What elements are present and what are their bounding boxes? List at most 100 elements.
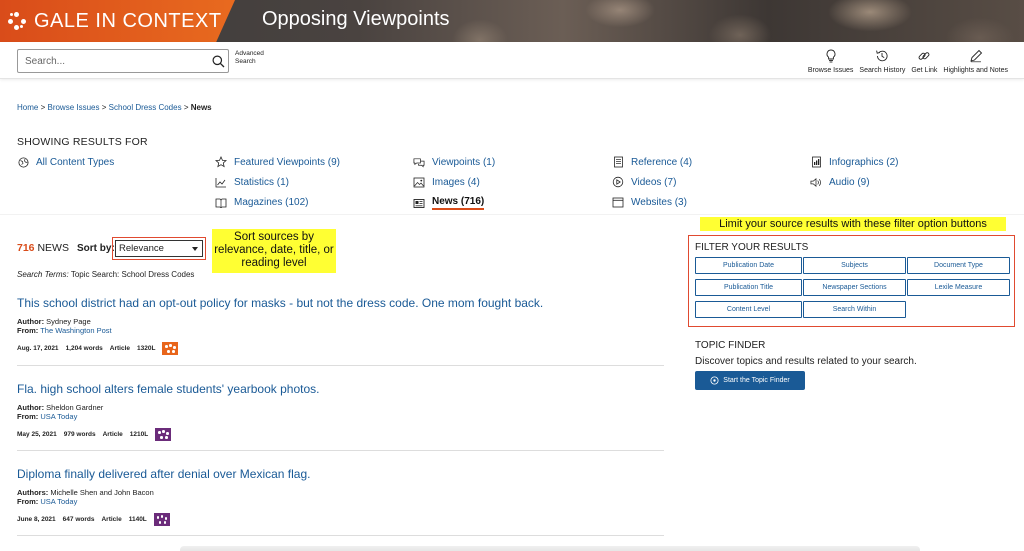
header-banner: GALE IN CONTEXT Opposing Viewpoints [0,0,1024,42]
play-icon [612,176,624,188]
chevron-down-icon [192,246,198,251]
source-link[interactable]: USA Today [40,497,77,506]
speaker-icon [810,176,822,188]
breadcrumb-current: News [190,103,212,112]
filter-newspaper-sections-button[interactable]: Newspaper Sections [803,279,906,296]
search-input[interactable] [18,50,208,72]
topic-finder-heading: TOPIC FINDER [695,340,766,351]
article-author: Author: Sheldon Gardner [17,403,319,412]
filter-publication-title-button[interactable]: Publication Title [695,279,802,296]
source-link[interactable]: The Washington Post [40,326,111,335]
content-type-magazines[interactable]: Magazines (102) [215,196,308,208]
filter-subjects-button[interactable]: Subjects [803,257,906,274]
content-level-icon [153,513,170,526]
filter-search-within-button[interactable]: Search Within [803,301,906,318]
content-type-audio[interactable]: Audio (9) [810,176,870,188]
article-details: Aug. 17, 2021 1,204 words Article 1320L [17,342,543,355]
breadcrumb-browse-issues[interactable]: Browse Issues [47,103,99,112]
content-type-all[interactable]: All Content Types [17,156,114,168]
author-name: Sydney Page [44,317,91,326]
speech-bubbles-icon [413,156,425,168]
article-date: Aug. 17, 2021 [17,345,59,352]
history-icon [876,50,888,62]
product-title[interactable]: Opposing Viewpoints [262,8,450,31]
author-name: Michelle Shen and John Bacon [48,488,154,497]
breadcrumb: Home > Browse Issues > School Dress Code… [17,103,212,112]
content-type-label: Videos (7) [631,176,677,188]
article-source: From: USA Today [17,412,319,421]
document-icon [612,156,624,168]
list-item: Fla. high school alters female students'… [17,382,319,441]
article-title-link[interactable]: Diploma finally delivered after denial o… [17,467,310,481]
content-type-viewpoints[interactable]: Viewpoints (1) [413,156,495,168]
brand-name: GALE IN CONTEXT [34,9,222,32]
browse-issues-button[interactable]: Browse Issues [807,44,854,78]
author-label: Author: [17,403,45,412]
sort-select[interactable]: Relevance [115,240,203,257]
chart-icon [215,176,227,188]
pen-icon [970,49,982,63]
content-type-label: Statistics (1) [234,176,290,188]
article-title-link[interactable]: Fla. high school alters female students'… [17,382,319,396]
article-type: Article [102,431,123,438]
content-type-websites[interactable]: Websites (3) [612,196,687,208]
article-words: 1,204 words [65,345,103,352]
content-type-label: Audio (9) [829,176,870,188]
filter-callout: Limit your source results with these fil… [700,217,1006,231]
sort-highlight-box: Relevance [112,237,206,260]
content-type-videos[interactable]: Videos (7) [612,176,676,188]
filter-lexile-measure-button[interactable]: Lexile Measure [907,279,1010,296]
highlights-notes-button[interactable]: Highlights and Notes [943,44,1008,78]
content-type-statistics[interactable]: Statistics (1) [215,176,289,188]
author-label: Authors: [17,488,49,497]
content-type-infographics[interactable]: Infographics (2) [810,156,898,168]
start-topic-finder-button[interactable]: Start the Topic Finder [695,371,805,390]
content-type-featured-viewpoints[interactable]: Featured Viewpoints (9) [215,156,340,168]
article-lexile: 1140L [128,516,147,523]
content-type-label: Featured Viewpoints (9) [234,156,340,168]
filter-results-heading: FILTER YOUR RESULTS [695,242,809,253]
search-toolbar: Advanced Search Browse Issues Search His… [0,42,1024,79]
browse-issues-label: Browse Issues [807,67,854,74]
filter-document-type-button[interactable]: Document Type [907,257,1010,274]
content-type-images[interactable]: Images (4) [413,176,480,188]
book-icon [215,196,227,208]
article-words: 979 words [63,431,96,438]
search-terms-label: Search Terms: [17,270,69,279]
article-divider [17,365,664,366]
content-type-reference[interactable]: Reference (4) [612,156,692,168]
article-lexile: 1210L [129,431,149,438]
topic-finder-icon [710,376,719,385]
topic-finder-description: Discover topics and results related to y… [695,356,917,367]
toolbar-tools: Browse Issues Search History Get Link Hi… [802,44,1008,78]
globe-icon [17,156,29,168]
link-icon [918,52,930,60]
from-label: From: [17,497,39,506]
brand-logo[interactable]: GALE IN CONTEXT [0,0,235,42]
content-type-label: Images (4) [432,176,480,188]
content-type-label: Reference (4) [631,156,693,168]
breadcrumb-topic[interactable]: School Dress Codes [109,103,182,112]
list-item: Diploma finally delivered after denial o… [17,467,310,526]
article-details: May 25, 2021 979 words Article 1210L [17,428,319,441]
content-type-news[interactable]: News (716) [413,196,485,210]
list-item: This school district had an opt-out poli… [17,296,543,355]
browser-window-icon [612,196,624,208]
search-icon[interactable] [208,50,228,72]
breadcrumb-home[interactable]: Home [17,103,38,112]
search-history-button[interactable]: Search History [859,44,905,78]
search-terms-value: Topic Search: School Dress Codes [68,270,195,279]
advanced-search-link[interactable]: Advanced Search [235,50,275,65]
search-history-label: Search History [859,67,906,74]
article-date: June 8, 2021 [17,516,56,523]
result-count-label: NEWS [34,242,69,254]
filter-content-level-button[interactable]: Content Level [695,301,802,318]
result-count: 716 NEWS [17,242,69,254]
sort-by-label: Sort by: [77,243,115,254]
showing-results-heading: SHOWING RESULTS FOR [17,136,148,148]
source-link[interactable]: USA Today [40,412,77,421]
article-title-link[interactable]: This school district had an opt-out poli… [17,296,543,310]
infographic-icon [810,156,822,168]
filter-publication-date-button[interactable]: Publication Date [695,257,802,274]
get-link-button[interactable]: Get Link [911,44,937,78]
